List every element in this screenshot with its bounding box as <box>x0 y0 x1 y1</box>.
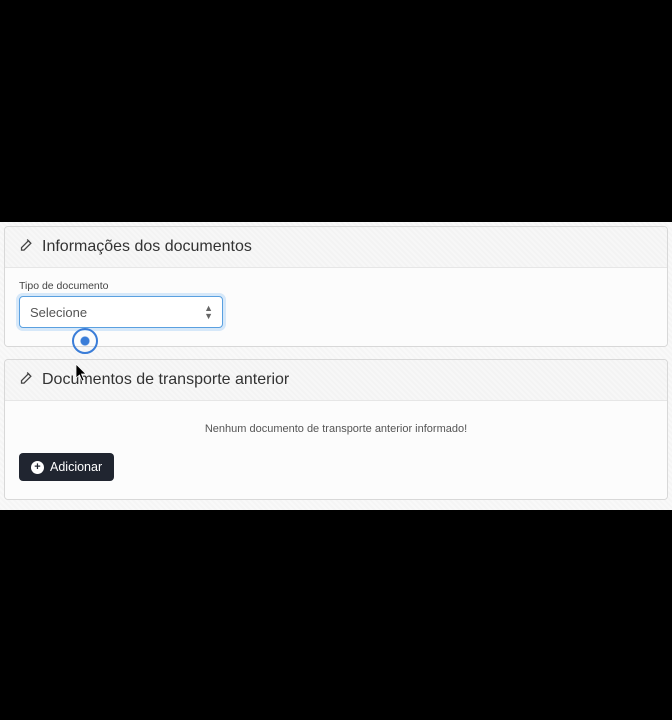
panel-prev-transport-title: Documentos de transporte anterior <box>42 371 289 389</box>
add-button-label: Adicionar <box>50 460 102 474</box>
doc-type-select[interactable]: Selecione <box>19 296 223 328</box>
form-page: Informações dos documentos Tipo de docum… <box>0 222 672 510</box>
plus-circle-icon: + <box>31 461 44 474</box>
doc-type-label: Tipo de documento <box>19 280 653 292</box>
panel-doc-info-body: Tipo de documento Selecione ▲▼ <box>5 268 667 346</box>
add-button[interactable]: + Adicionar <box>19 453 114 481</box>
edit-icon <box>19 370 34 390</box>
doc-type-select-value: Selecione <box>30 305 87 320</box>
doc-type-select-wrap: Selecione ▲▼ <box>19 296 223 328</box>
panel-doc-info-title: Informações dos documentos <box>42 238 252 256</box>
panel-prev-transport-body: Nenhum documento de transporte anterior … <box>5 401 667 499</box>
panel-prev-transport: Documentos de transporte anterior Nenhum… <box>4 359 668 500</box>
panel-prev-transport-header: Documentos de transporte anterior <box>5 360 667 401</box>
prev-transport-empty-message: Nenhum documento de transporte anterior … <box>19 413 653 453</box>
edit-icon <box>19 237 34 257</box>
panel-doc-info-header: Informações dos documentos <box>5 227 667 268</box>
panel-doc-info: Informações dos documentos Tipo de docum… <box>4 226 668 347</box>
